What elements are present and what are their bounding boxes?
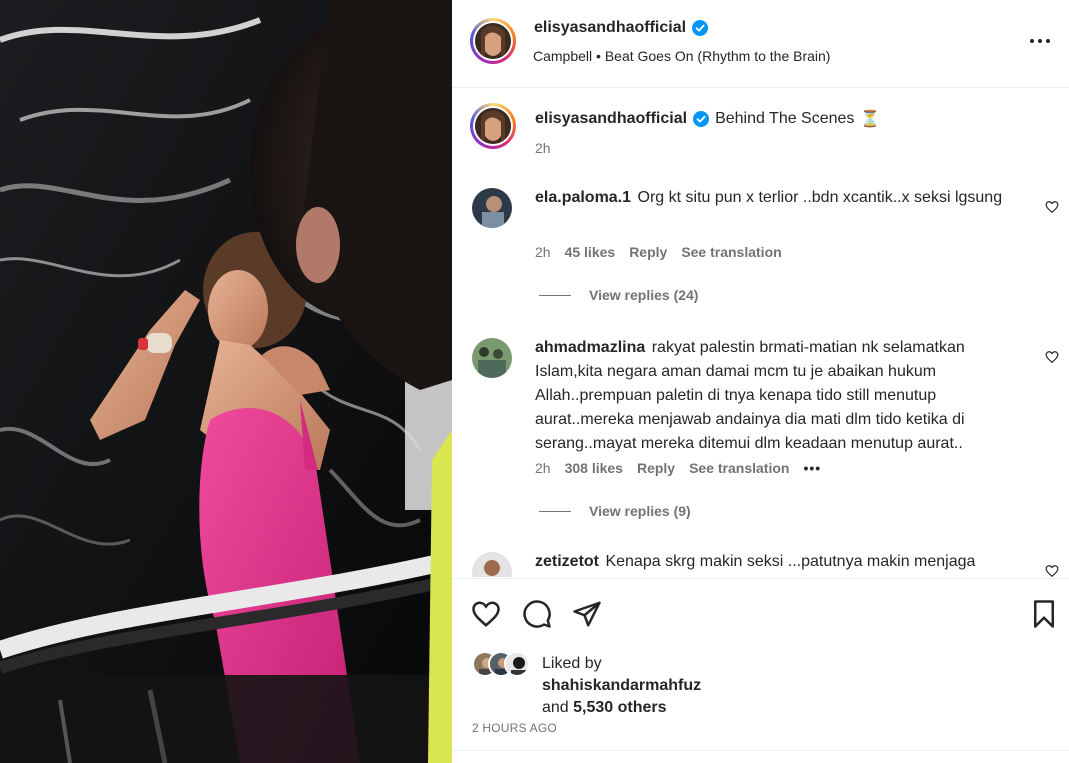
verified-badge-icon	[692, 20, 709, 36]
see-translation-button[interactable]: See translation	[689, 460, 789, 476]
comment-likes[interactable]: 308 likes	[565, 460, 623, 476]
author-avatar[interactable]	[470, 18, 516, 64]
comment-text: Org kt situ pun x terlior ..bdn xcantik.…	[637, 189, 1003, 206]
commenter-username[interactable]: ahmadmazlina	[535, 339, 645, 356]
hourglass-emoji: ⏳	[860, 111, 881, 128]
comment-body: ela.paloma.1 Org kt situ pun x terlior .…	[535, 186, 1025, 210]
comment-text: Kenapa skrg makin seksi ...patutnya maki…	[605, 553, 976, 570]
view-replies-button[interactable]: View replies (9)	[539, 503, 691, 519]
audio-track-link[interactable]: Campbell • Beat Goes On (Rhythm to the B…	[533, 48, 830, 64]
comment-heart-icon[interactable]	[1045, 200, 1059, 214]
see-translation-button[interactable]: See translation	[681, 244, 781, 260]
post-header: elisyasandhaofficial Campbell • Beat Goe…	[452, 0, 1069, 88]
liker-avatar[interactable]	[504, 651, 530, 677]
comment-body: ahmadmazlina rakyat palestin brmati-mati…	[535, 336, 1025, 456]
commenter-avatar[interactable]	[472, 552, 512, 577]
post-image	[0, 0, 452, 763]
comment-meta: 2h 308 likes Reply See translation •••	[535, 460, 821, 476]
liked-by-user[interactable]: shahiskandarmahfuz	[542, 677, 701, 694]
comment-body: zetizetot Kenapa skrg makin seksi ...pat…	[535, 550, 1025, 574]
caption-time[interactable]: 2h	[535, 140, 551, 156]
comment-time[interactable]: 2h	[535, 244, 551, 260]
verified-badge-icon	[693, 111, 710, 127]
comment-likes[interactable]: 45 likes	[565, 244, 616, 260]
commenter-username[interactable]: zetizetot	[535, 553, 599, 570]
post-details-panel: elisyasandhaofficial Campbell • Beat Goe…	[452, 0, 1069, 763]
share-icon[interactable]	[572, 599, 602, 629]
post-timestamp[interactable]: 2 HOURS AGO	[472, 721, 557, 735]
comment-meta: 2h 45 likes Reply See translation	[535, 244, 782, 260]
caption-username[interactable]: elisyasandhaofficial	[535, 110, 687, 128]
reply-button[interactable]: Reply	[629, 244, 667, 260]
view-replies-label: View replies (9)	[589, 503, 691, 519]
caption-text: Behind The Scenes	[715, 110, 855, 127]
author-username[interactable]: elisyasandhaofficial	[534, 19, 686, 37]
post-photo[interactable]	[0, 0, 452, 763]
commenter-avatar[interactable]	[472, 188, 512, 228]
caption-avatar[interactable]	[470, 103, 516, 149]
commenter-avatar[interactable]	[472, 338, 512, 378]
view-replies-button[interactable]: View replies (24)	[539, 287, 698, 303]
likes-count[interactable]: 5,530 others	[573, 699, 666, 716]
heart-icon[interactable]	[471, 599, 501, 629]
more-icon[interactable]	[1029, 32, 1051, 50]
comment-options-icon[interactable]: •••	[803, 460, 821, 476]
commenter-username[interactable]: ela.paloma.1	[535, 189, 631, 206]
liked-by-text[interactable]: Liked by shahiskandarmahfuz and 5,530 ot…	[542, 653, 762, 719]
bookmark-icon[interactable]	[1029, 599, 1059, 629]
divider	[452, 750, 1069, 751]
comment-icon[interactable]	[522, 599, 552, 629]
comment-time[interactable]: 2h	[535, 460, 551, 476]
comments-list[interactable]: elisyasandhaofficial Behind The Scenes ⏳…	[452, 89, 1069, 577]
comment-heart-icon[interactable]	[1045, 350, 1059, 364]
liked-by-prefix: Liked by	[542, 655, 602, 672]
liked-by-and: and	[542, 699, 569, 716]
view-replies-label: View replies (24)	[589, 287, 699, 303]
comment-heart-icon[interactable]	[1045, 564, 1059, 577]
post-actions-bar: Liked by shahiskandarmahfuz and 5,530 ot…	[452, 578, 1069, 750]
reply-button[interactable]: Reply	[637, 460, 675, 476]
